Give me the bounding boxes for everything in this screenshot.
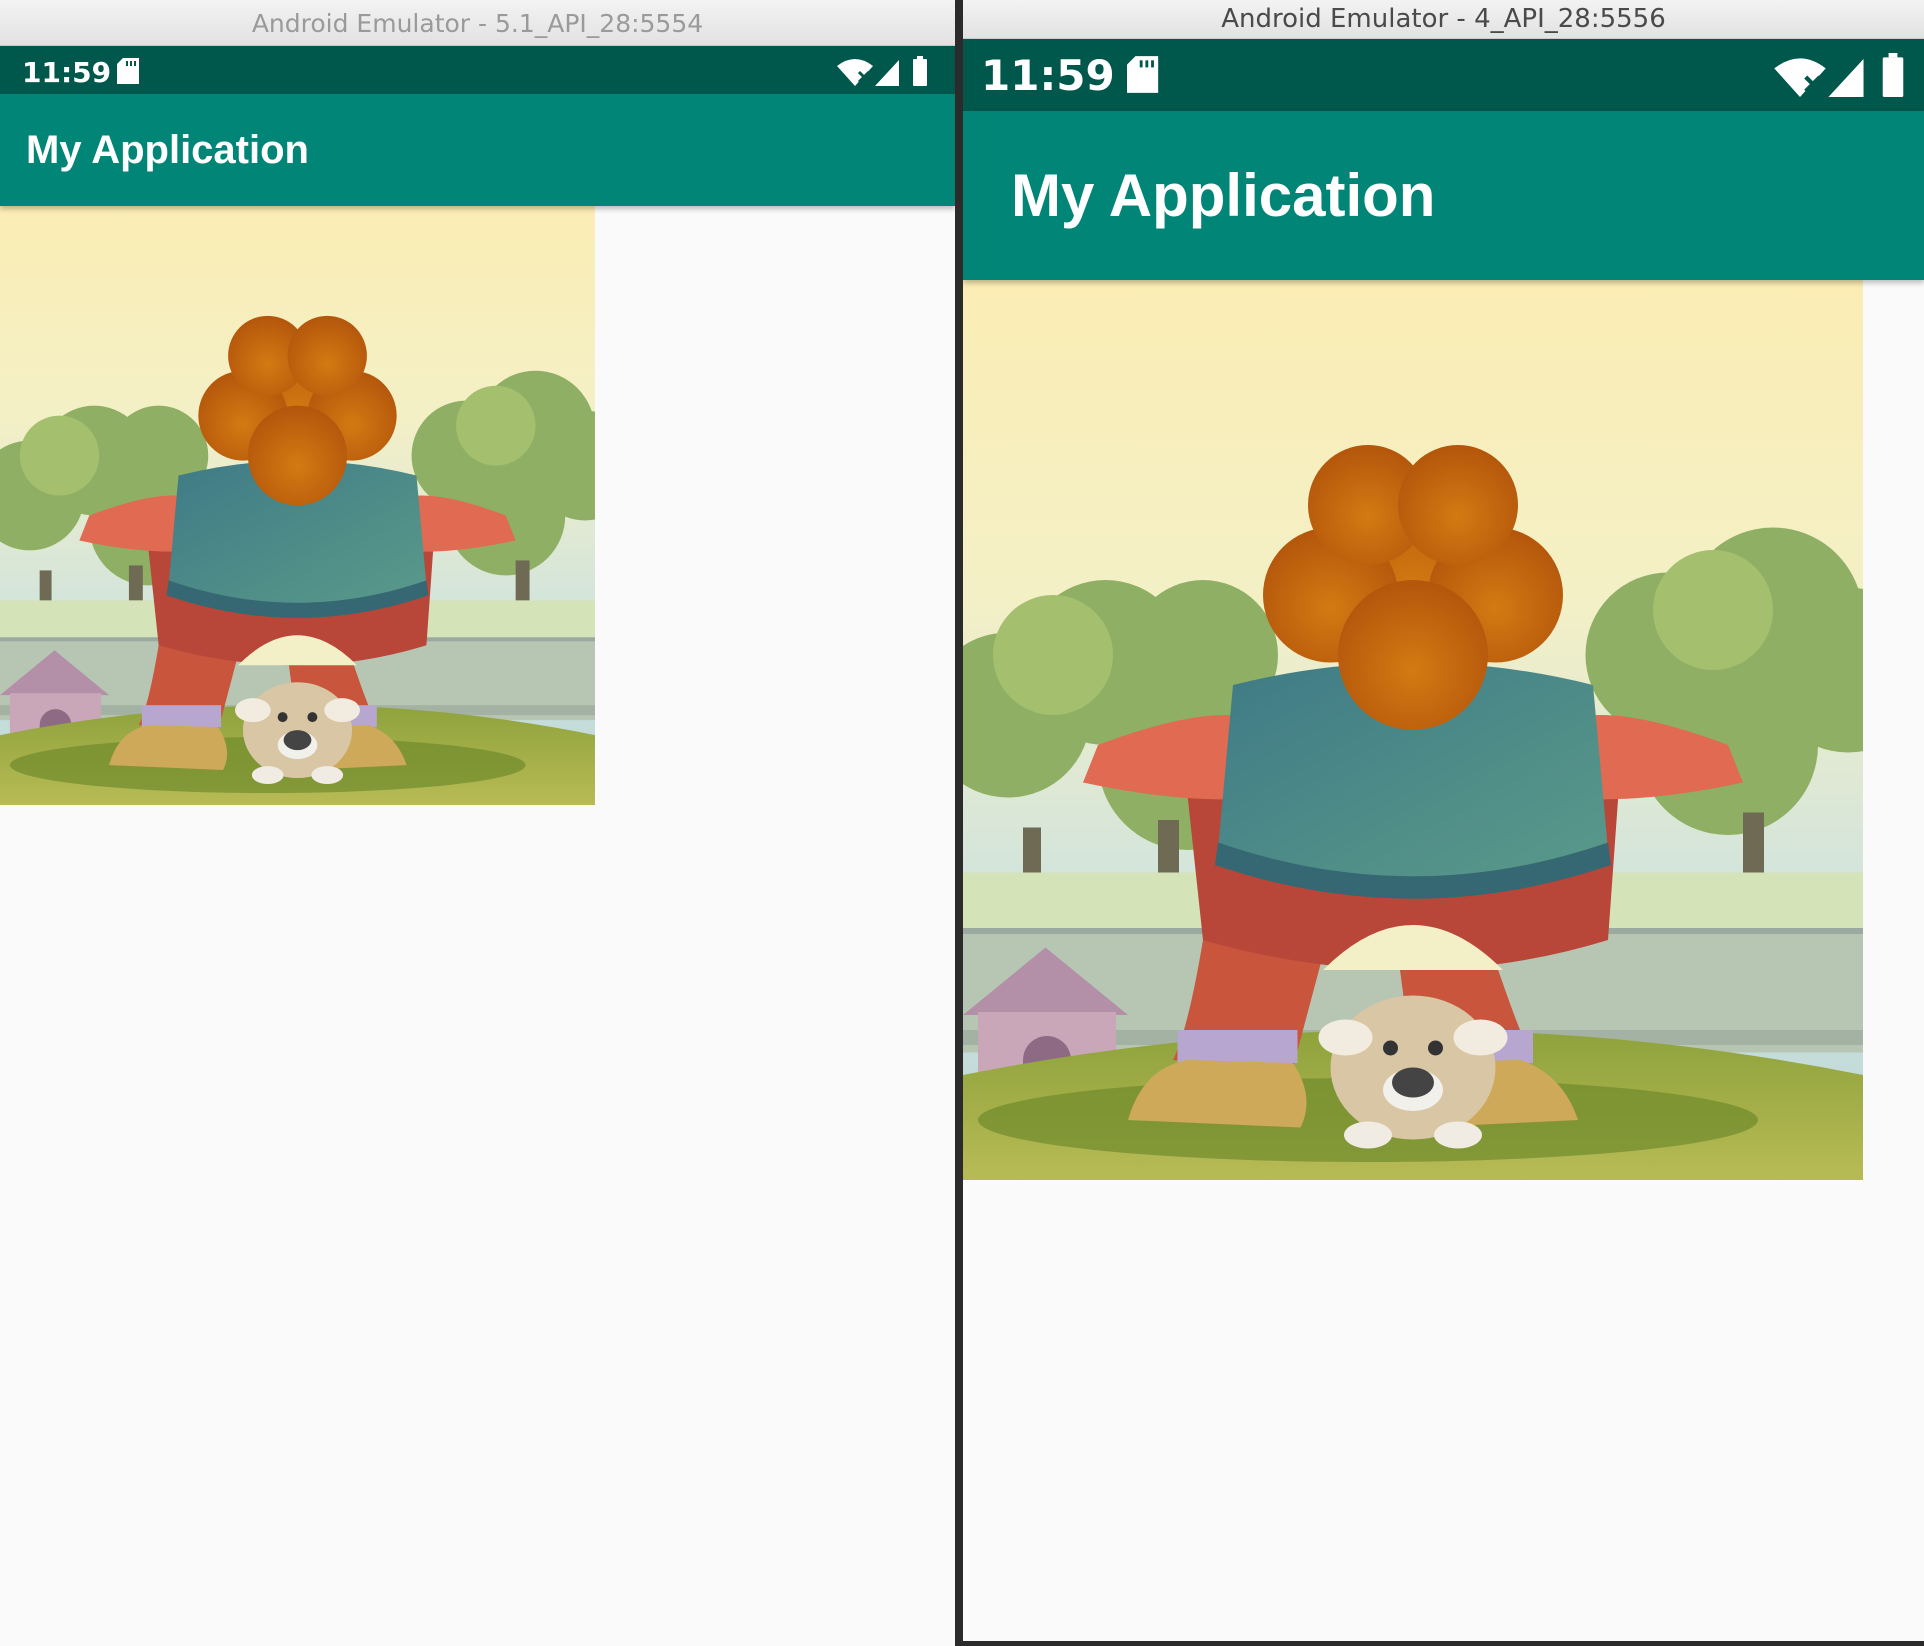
wifi-off-icon — [1774, 58, 1826, 97]
app-bar: My Application — [963, 111, 1924, 280]
app-content — [0, 206, 955, 1646]
sd-card-icon — [117, 58, 139, 84]
emulator-window-right: Android Emulator - 4_API_28:5556 11:59 M… — [963, 0, 1924, 1641]
status-bar: 11:59 — [0, 46, 955, 94]
battery-icon — [913, 56, 927, 86]
system-icons — [837, 56, 927, 86]
system-icons — [1774, 53, 1904, 97]
sd-card-icon — [1127, 56, 1159, 93]
app-content — [963, 280, 1924, 1641]
app-title: My Application — [26, 128, 309, 172]
window-titlebar[interactable]: Android Emulator - 4_API_28:5556 — [963, 0, 1924, 39]
signal-icon — [1828, 59, 1864, 97]
status-bar: 11:59 — [963, 39, 1924, 111]
cartoon-illustration — [0, 206, 595, 805]
battery-icon — [1882, 53, 1904, 97]
signal-icon — [875, 60, 899, 86]
status-clock: 11:59 — [22, 56, 112, 89]
app-title: My Application — [1011, 162, 1436, 229]
status-clock: 11:59 — [981, 51, 1115, 100]
emulator-window-left: Android Emulator - 5.1_API_28:5554 11:59… — [0, 0, 955, 1646]
window-titlebar[interactable]: Android Emulator - 5.1_API_28:5554 — [0, 0, 955, 46]
cartoon-illustration — [963, 280, 1863, 1180]
wifi-off-icon — [837, 59, 873, 86]
app-bar: My Application — [0, 94, 955, 206]
